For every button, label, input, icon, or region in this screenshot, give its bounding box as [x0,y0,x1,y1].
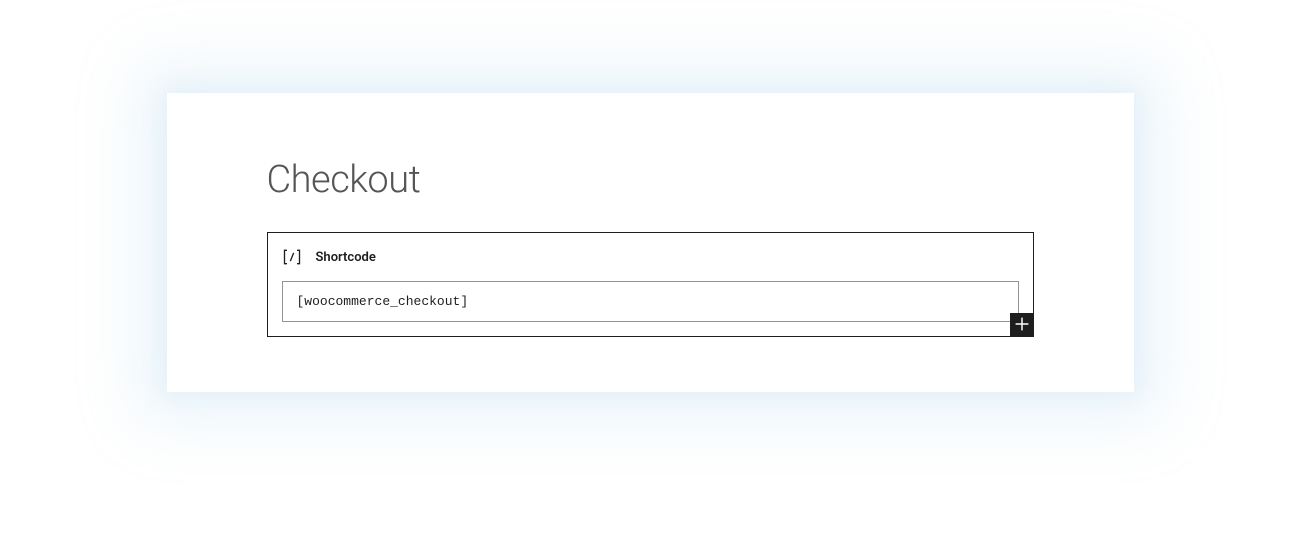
shortcode-icon [282,247,302,267]
block-type-label: Shortcode [316,250,376,265]
editor-content-area: Checkout Shortcode [167,93,1134,392]
page-title[interactable]: Checkout [267,158,1034,202]
shortcode-input[interactable] [282,281,1019,322]
block-header: Shortcode [282,247,1019,267]
shortcode-block[interactable]: Shortcode [267,232,1034,337]
add-block-button[interactable] [1010,313,1034,337]
plus-icon [1011,313,1033,338]
